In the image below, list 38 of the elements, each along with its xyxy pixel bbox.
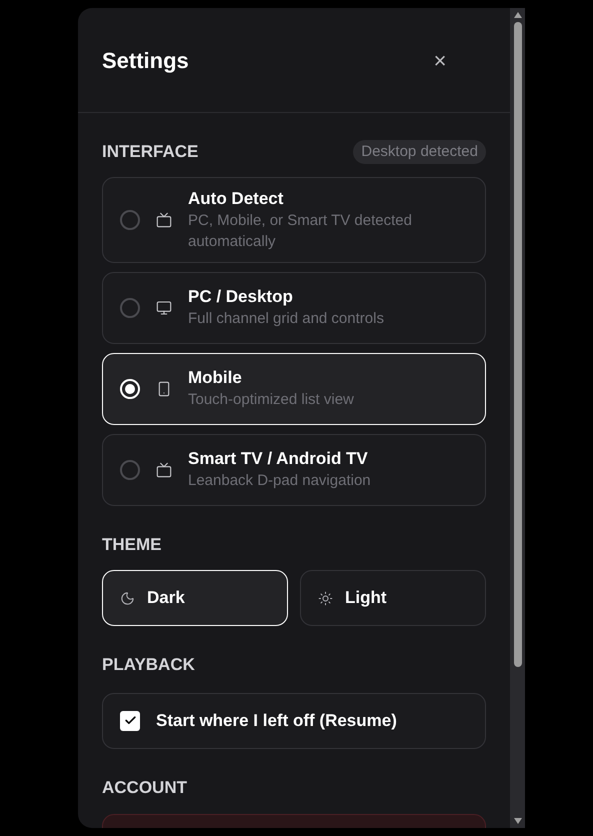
option-title: Mobile <box>188 367 243 389</box>
theme-button[interactable]: Dark <box>102 570 288 626</box>
checkbox[interactable] <box>120 710 140 730</box>
scroll-up-icon[interactable] <box>514 12 522 18</box>
section-heading: ACCOUNT <box>102 776 188 798</box>
option-description: PC, Mobile, or Smart TV detected automatically <box>188 210 413 252</box>
option-description: Leanback D-pad navigation <box>188 471 371 491</box>
interface-option[interactable]: Mobile Touch-optimized list view <box>102 352 486 424</box>
option-title: Smart TV / Android TV <box>188 448 369 470</box>
option-title: PC / Desktop <box>188 286 294 308</box>
interface-option[interactable]: Auto Detect PC, Mobile, or Smart TV detected automatically <box>102 176 486 262</box>
detected-badge: Desktop detected <box>353 140 486 164</box>
close-button[interactable]: × <box>426 46 454 74</box>
scroll-down-icon[interactable] <box>514 818 522 824</box>
monitor-icon <box>156 300 172 316</box>
tv-icon <box>156 462 172 478</box>
smartphone-icon <box>156 380 172 396</box>
option-title: Auto Detect <box>188 188 284 210</box>
interface-option[interactable]: Smart TV / Android TV Leanback D-pad navigation <box>102 434 486 506</box>
radio-button[interactable] <box>120 460 140 480</box>
radio-button[interactable] <box>120 298 140 318</box>
section-heading: THEME <box>102 534 162 556</box>
sun-icon <box>318 590 333 606</box>
resume-label: Start where I left off (Resume) <box>156 710 397 732</box>
scroll-thumb[interactable] <box>514 22 522 667</box>
moon-icon <box>120 590 135 606</box>
theme-button[interactable]: Light <box>300 570 486 626</box>
dialog-title: Settings <box>102 46 189 75</box>
check-icon <box>124 714 136 727</box>
tv-icon <box>156 212 172 228</box>
section-heading: PLAYBACK <box>102 654 196 676</box>
section-heading: INTERFACE <box>102 141 198 163</box>
option-description: Full channel grid and controls <box>188 309 384 329</box>
option-description: Touch-optimized list view <box>188 390 354 410</box>
interface-option[interactable]: PC / Desktop Full channel grid and controls <box>102 272 486 344</box>
scrollbar[interactable] <box>510 8 525 828</box>
radio-button[interactable] <box>120 210 140 230</box>
resume-option[interactable]: Start where I left off (Resume) <box>102 692 486 748</box>
